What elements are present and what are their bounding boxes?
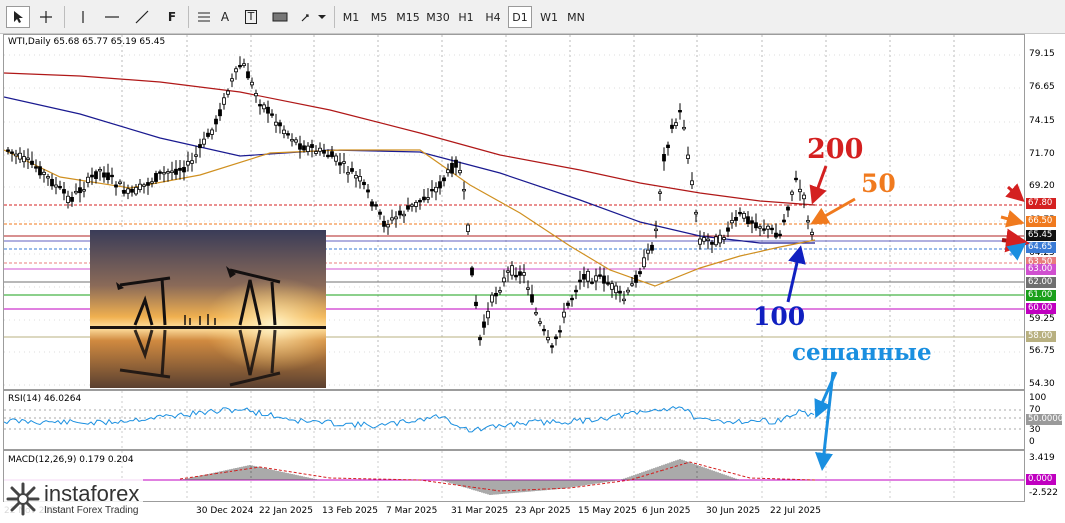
arrow-200: [809, 165, 828, 205]
instaforex-logo: instaforex Instant Forex Trading: [4, 479, 144, 519]
annotation-arrows: [786, 165, 1030, 471]
axis-arrow-65-45: [1001, 228, 1030, 253]
instaforex-logo-icon: [6, 482, 40, 516]
arrow-100: [786, 245, 806, 303]
arrow-mixed-macd: [815, 371, 835, 471]
axis-arrow-64-65: [1006, 242, 1027, 261]
logo-name: instaforex: [44, 480, 140, 506]
arrow-50: [810, 197, 856, 225]
axis-arrow-67-80: [1005, 183, 1025, 203]
axis-arrow-66-50: [1000, 209, 1025, 228]
logo-tagline: Instant Forex Trading: [44, 504, 139, 516]
